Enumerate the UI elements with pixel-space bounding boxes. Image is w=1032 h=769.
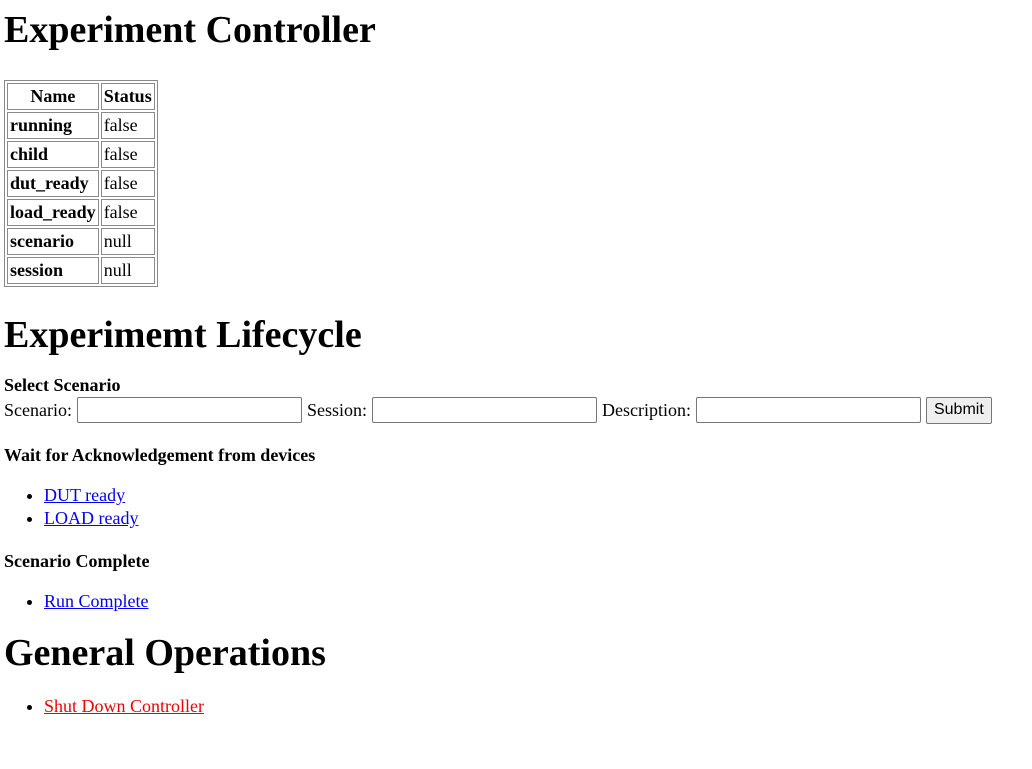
table-row: scenario null	[7, 228, 155, 255]
general-operations-list: Shut Down Controller	[4, 695, 1028, 718]
row-status-dut-ready: false	[100, 170, 155, 197]
device-ready-list: DUT ready LOAD ready	[4, 484, 1028, 530]
lifecycle-section-title: Experimemt Lifecycle	[4, 314, 362, 356]
scenario-complete-heading: Scenario Complete	[4, 551, 150, 571]
row-status-session: null	[100, 257, 155, 284]
table-row: child false	[7, 141, 155, 168]
row-name-scenario: scenario	[7, 228, 99, 255]
row-status-scenario: null	[100, 228, 155, 255]
table-row: running false	[7, 112, 155, 139]
load-ready-link[interactable]: LOAD ready	[44, 508, 138, 528]
run-complete-link[interactable]: Run Complete	[44, 591, 149, 611]
submit-button[interactable]: Submit	[925, 396, 992, 424]
list-item: LOAD ready	[44, 507, 1028, 530]
row-status-child: false	[100, 141, 155, 168]
status-table: Name Status running false child false du…	[4, 80, 158, 287]
row-status-load-ready: false	[100, 199, 155, 226]
row-name-session: session	[7, 257, 99, 284]
column-header-status: Status	[100, 83, 155, 110]
session-input[interactable]	[372, 397, 597, 423]
scenario-complete-list: Run Complete	[4, 590, 1028, 613]
row-name-load-ready: load_ready	[7, 199, 99, 226]
scenario-input[interactable]	[76, 397, 302, 423]
row-name-child: child	[7, 141, 99, 168]
shut-down-controller-link[interactable]: Shut Down Controller	[44, 696, 204, 716]
table-row: dut_ready false	[7, 170, 155, 197]
row-name-dut-ready: dut_ready	[7, 170, 99, 197]
page: Experiment Controller Name Status runnin…	[0, 0, 1032, 718]
select-scenario-heading: Select Scenario	[4, 375, 121, 395]
wait-acknowledgement-heading: Wait for Acknowledgement from devices	[4, 445, 316, 465]
session-label: Session:	[306, 399, 367, 420]
list-item: Shut Down Controller	[44, 695, 1028, 718]
dut-ready-link[interactable]: DUT ready	[44, 485, 125, 505]
list-item: Run Complete	[44, 590, 1028, 613]
description-input[interactable]	[695, 397, 921, 423]
general-operations-title: General Operations	[4, 632, 326, 674]
table-header-row: Name Status	[7, 83, 155, 110]
scenario-form: Scenario: Session: Description: Submit	[4, 396, 1028, 424]
page-title: Experiment Controller	[4, 9, 376, 51]
table-row: load_ready false	[7, 199, 155, 226]
list-item: DUT ready	[44, 484, 1028, 507]
scenario-label: Scenario:	[4, 399, 72, 420]
table-row: session null	[7, 257, 155, 284]
description-label: Description:	[602, 399, 691, 420]
column-header-name: Name	[7, 83, 99, 110]
row-name-running: running	[7, 112, 99, 139]
row-status-running: false	[100, 112, 155, 139]
